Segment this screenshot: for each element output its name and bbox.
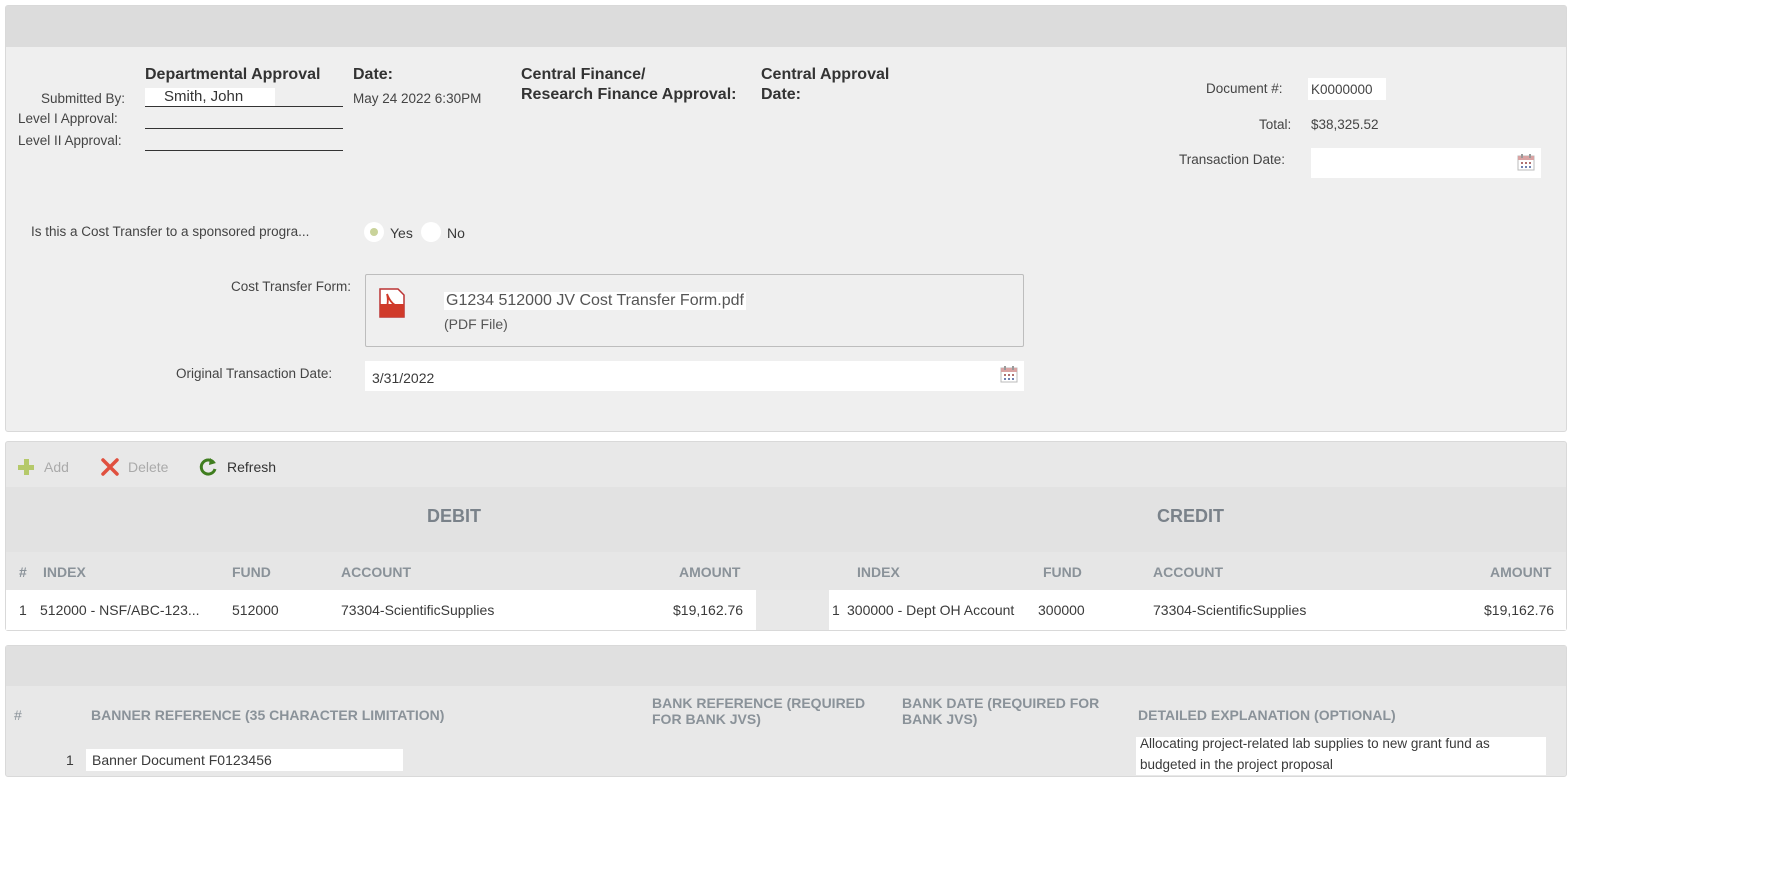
explanation-line2: budgeted in the project proposal (1140, 757, 1333, 772)
original-date-field[interactable]: 3/31/2022 (365, 361, 1024, 391)
bank-ref-line1: BANK REFERENCE (REQUIRED (652, 695, 866, 711)
document-label: Document #: (1206, 81, 1283, 96)
banner-col-bank-ref: BANK REFERENCE (REQUIRED FOR BANK JVS) (652, 695, 865, 727)
research-finance-heading: Research Finance Approval: (521, 86, 737, 103)
credit-account-cell[interactable]: 73304-ScientificSupplies (1153, 602, 1306, 618)
debit-account-cell[interactable]: 73304-ScientificSupplies (341, 602, 494, 618)
col-credit-amount: AMOUNT (1490, 564, 1552, 580)
approval-panel: Departmental Approval Date: Central Fina… (5, 5, 1567, 432)
delete-icon (101, 458, 119, 476)
transaction-date-field[interactable] (1311, 148, 1541, 178)
add-label: Add (44, 459, 69, 475)
bank-date-line1: BANK DATE (REQUIRED FOR (902, 695, 1100, 711)
debit-index-cell[interactable]: 512000 - NSF/ABC-123... (40, 602, 200, 618)
radio-no-label: No (447, 225, 465, 241)
bank-date-line2: BANK JVS) (902, 711, 978, 727)
debit-amount-cell[interactable]: $19,162.76 (673, 602, 743, 618)
col-debit-index: INDEX (43, 564, 86, 580)
calendar-icon[interactable] (1000, 366, 1018, 383)
col-credit-fund: FUND (1043, 564, 1082, 580)
dept-approval-heading: Departmental Approval (145, 66, 321, 83)
banner-col-num: # (14, 707, 22, 723)
banner-row-num: 1 (66, 752, 74, 768)
original-date-label: Original Transaction Date: (176, 366, 333, 381)
original-date-value: 3/31/2022 (372, 370, 435, 386)
credit-fund-cell[interactable]: 300000 (1038, 602, 1085, 618)
credit-index-cell[interactable]: 300000 - Dept OH Account (847, 602, 1014, 618)
banner-reference-value[interactable]: Banner Document F0123456 (92, 752, 272, 768)
level2-line (145, 150, 343, 151)
file-name[interactable]: G1234 512000 JV Cost Transfer Form.pdf (444, 292, 746, 310)
radio-yes[interactable] (364, 222, 384, 242)
level1-label: Level I Approval: (18, 111, 118, 126)
file-attachment[interactable]: G1234 512000 JV Cost Transfer Form.pdf (… (365, 274, 1024, 347)
debit-fund-cell[interactable]: 512000 (232, 602, 279, 618)
banner-col-reference: BANNER REFERENCE (35 CHARACTER LIMITATIO… (91, 707, 445, 723)
central-finance-heading: Central Finance/ (521, 66, 646, 83)
explanation-line1: Allocating project-related lab supplies … (1140, 736, 1490, 751)
level1-line (145, 128, 343, 129)
debit-title: DEBIT (427, 506, 481, 526)
ledger-panel: Add Delete Refresh DEBIT CREDIT # INDEX … (5, 441, 1567, 631)
bank-ref-line2: FOR BANK JVS) (652, 711, 761, 727)
total-label: Total: (1259, 117, 1292, 132)
submitted-by-value: Smith, John (164, 88, 244, 105)
banner-col-explanation: DETAILED EXPLANATION (OPTIONAL) (1138, 707, 1396, 723)
level2-label: Level II Approval: (18, 133, 122, 148)
cost-transfer-form-label: Cost Transfer Form: (231, 279, 352, 294)
refresh-icon (199, 458, 217, 476)
col-credit-index: INDEX (857, 564, 900, 580)
central-approval-heading: Central Approval (761, 66, 890, 83)
col-num: # (19, 564, 27, 580)
delete-button[interactable]: Delete (100, 457, 168, 477)
col-credit-account: ACCOUNT (1153, 564, 1223, 580)
cost-transfer-question: Is this a Cost Transfer to a sponsored p… (31, 224, 310, 239)
file-type: (PDF File) (444, 316, 508, 332)
banner-col-bank-date: BANK DATE (REQUIRED FOR BANK JVS) (902, 695, 1099, 727)
date-heading: Date: (353, 66, 394, 83)
total-value: $38,325.52 (1311, 117, 1379, 132)
submitted-date: May 24 2022 6:30PM (353, 91, 482, 106)
add-icon (18, 459, 34, 475)
transaction-date-label: Transaction Date: (1179, 152, 1286, 167)
radio-yes-label: Yes (390, 225, 413, 241)
document-value: K0000000 (1311, 82, 1373, 97)
credit-title: CREDIT (1157, 506, 1224, 526)
banner-panel: # BANNER REFERENCE (35 CHARACTER LIMITAT… (5, 645, 1567, 777)
delete-label: Delete (128, 459, 169, 475)
col-debit-fund: FUND (232, 564, 271, 580)
credit-row-num: 1 (832, 602, 840, 618)
panel-header-bar (6, 6, 1566, 47)
col-debit-account: ACCOUNT (341, 564, 411, 580)
col-debit-amount: AMOUNT (679, 564, 741, 580)
refresh-button[interactable]: Refresh (199, 457, 276, 477)
calendar-icon[interactable] (1517, 154, 1535, 171)
submitted-by-label: Submitted By: (41, 91, 126, 106)
pdf-icon (379, 288, 405, 318)
row-num: 1 (19, 602, 27, 618)
submitted-by-line (145, 106, 343, 107)
central-date-heading: Date: (761, 86, 802, 103)
refresh-label: Refresh (227, 459, 277, 475)
ledger-title-band (6, 487, 1566, 552)
credit-amount-cell[interactable]: $19,162.76 (1484, 602, 1554, 618)
banner-header-bar (6, 646, 1566, 686)
radio-no[interactable] (421, 222, 441, 242)
add-button[interactable]: Add (16, 457, 69, 477)
